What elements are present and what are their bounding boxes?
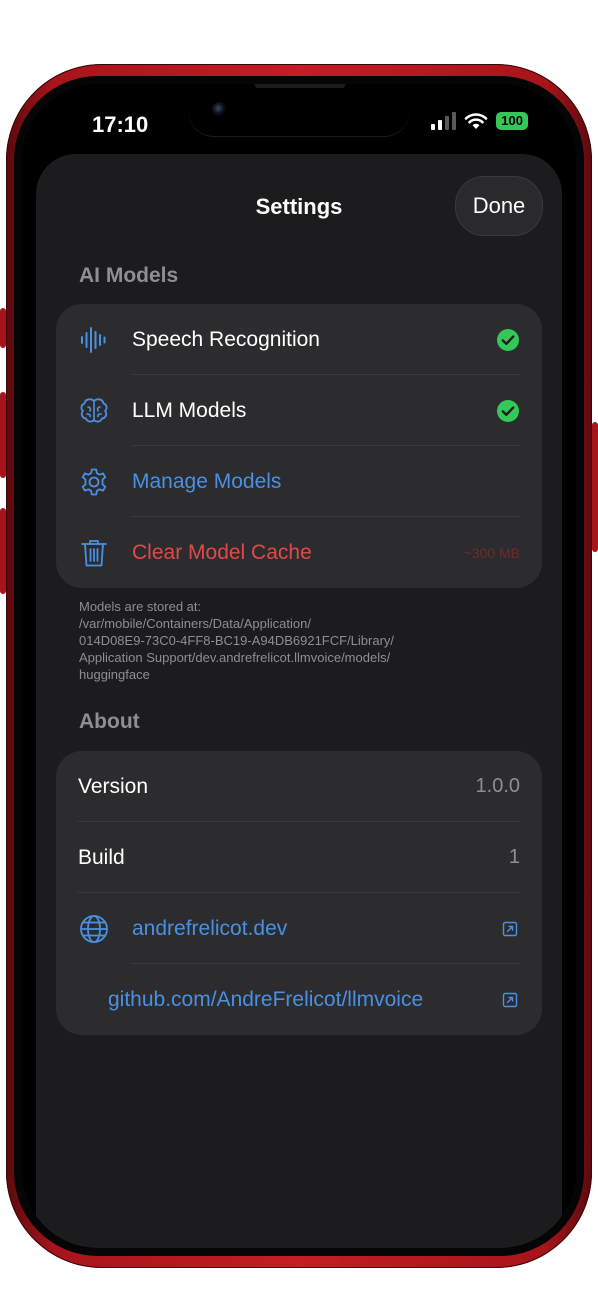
- version-label: Version: [78, 774, 149, 798]
- action-button: [0, 308, 6, 348]
- cellular-signal-icon: [431, 112, 457, 130]
- volume-down-button: [0, 508, 6, 594]
- power-button: [592, 422, 598, 552]
- screen: 17:10 100 Settings Done AI Models Speech…: [22, 84, 576, 1248]
- gear-icon: [81, 468, 107, 496]
- footnote-line: Models are stored at:: [79, 599, 202, 614]
- footnote-line: huggingface: [79, 667, 150, 682]
- status-time: 17:10: [92, 112, 149, 137]
- website-link[interactable]: andrefrelicot.dev: [132, 917, 287, 941]
- external-link-icon: [502, 992, 518, 1008]
- section-header-about: About: [79, 710, 140, 733]
- external-link-icon: [502, 921, 518, 937]
- ai-models-card: Speech Recognition LLM Models Manage Mod…: [56, 304, 542, 588]
- footnote-line: /var/mobile/Containers/Data/Application/: [79, 616, 311, 631]
- footnote-line: Application Support/dev.andrefrelicot.ll…: [79, 650, 391, 665]
- settings-sheet: Settings Done AI Models Speech Recogniti…: [36, 154, 562, 1248]
- footnote-line: 014D08E9-73C0-4FF8-BC19-A94DB6921FCF/Lib…: [79, 633, 395, 648]
- llm-models-label: LLM Models: [132, 398, 247, 422]
- section-header-ai-models: AI Models: [79, 264, 179, 287]
- waveform-icon: [81, 327, 106, 353]
- website-row[interactable]: andrefrelicot.dev: [56, 893, 542, 964]
- llm-models-row[interactable]: LLM Models: [56, 375, 542, 446]
- version-row: Version 1.0.0: [56, 751, 542, 822]
- speech-recognition-row[interactable]: Speech Recognition: [56, 304, 542, 375]
- build-row: Build 1: [56, 822, 542, 893]
- globe-icon: [80, 915, 108, 943]
- brain-icon: [80, 398, 108, 423]
- manage-models-label: Manage Models: [132, 469, 282, 493]
- models-path-footnote: Models are stored at: /var/mobile/Contai…: [79, 598, 539, 683]
- status-indicators: 100: [431, 112, 528, 130]
- done-button[interactable]: Done: [455, 176, 543, 236]
- version-value: 1.0.0: [475, 775, 520, 797]
- build-label: Build: [78, 845, 125, 869]
- battery-indicator: 100: [496, 112, 528, 130]
- build-value: 1: [508, 846, 520, 868]
- clear-model-cache-row[interactable]: Clear Model Cache ~300 MB: [56, 517, 542, 588]
- about-card: Version 1.0.0 Build 1 andrefrelicot.dev …: [56, 751, 542, 1035]
- speech-recognition-label: Speech Recognition: [132, 327, 320, 351]
- front-camera: [212, 102, 226, 116]
- github-link[interactable]: github.com/AndreFrelicot/llmvoice: [108, 988, 423, 1012]
- trash-icon: [81, 540, 107, 567]
- clear-model-cache-label: Clear Model Cache: [132, 540, 312, 564]
- volume-up-button: [0, 392, 6, 478]
- github-row[interactable]: github.com/AndreFrelicot/llmvoice: [56, 964, 542, 1035]
- wifi-icon: [464, 113, 488, 129]
- checkmark-circle-icon: [497, 400, 519, 422]
- manage-models-row[interactable]: Manage Models: [56, 446, 542, 517]
- checkmark-circle-icon: [497, 329, 519, 351]
- cache-size-value: ~300 MB: [463, 544, 520, 561]
